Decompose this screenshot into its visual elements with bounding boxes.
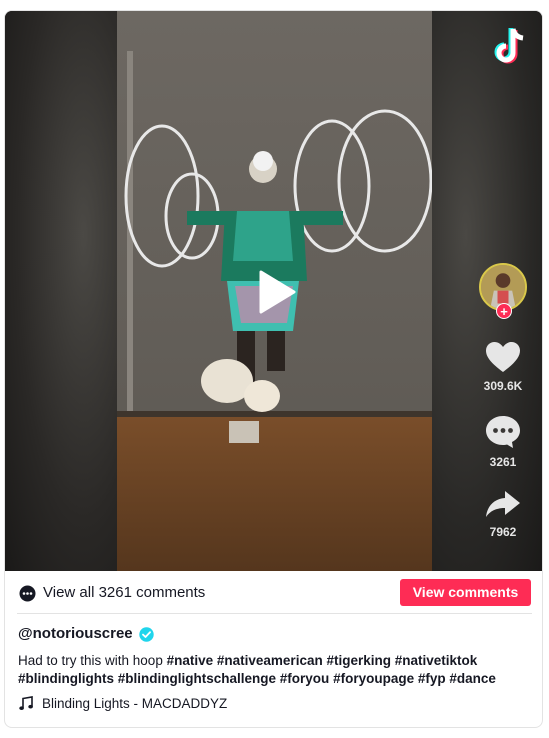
view-all-comments-link[interactable]: View all 3261 comments — [43, 584, 205, 601]
music-track-link[interactable]: Blinding Lights - MACDADDYZ — [42, 696, 227, 711]
follow-plus-button[interactable]: + — [496, 303, 512, 319]
hashtag[interactable]: #tigerking — [326, 653, 391, 668]
comments-bar: View all 3261 comments View comments — [17, 571, 532, 614]
share-arrow-icon — [486, 491, 520, 517]
heart-icon — [486, 342, 520, 372]
verified-check-icon — [139, 627, 154, 642]
music-note-icon — [19, 696, 33, 710]
caption-text: Had to try this with hoop — [18, 653, 163, 668]
view-comments-button[interactable]: View comments — [400, 579, 531, 606]
tiktok-embed-card: + 309.6K 3261 7962 View all 3261 comment… — [4, 10, 543, 728]
video-player[interactable]: + 309.6K 3261 7962 — [5, 11, 542, 571]
hashtag[interactable]: #foryoupage — [333, 671, 414, 686]
hashtag[interactable]: #nativeamerican — [217, 653, 323, 668]
comment-button[interactable]: 3261 — [475, 415, 531, 469]
hashtag[interactable]: #dance — [449, 671, 496, 686]
hashtag[interactable]: #nativetiktok — [395, 653, 478, 668]
play-icon[interactable] — [257, 269, 297, 315]
like-count: 309.6K — [483, 379, 523, 393]
hashtag[interactable]: #blindinglights — [18, 671, 114, 686]
hashtag[interactable]: #native — [167, 653, 214, 668]
comments-icon — [19, 585, 36, 602]
video-blur-left — [5, 11, 117, 571]
hashtag[interactable]: #blindinglightschallenge — [118, 671, 276, 686]
post-caption: Had to try this with hoop #native #nativ… — [18, 652, 533, 688]
share-count: 7962 — [489, 525, 517, 539]
comment-count: 3261 — [489, 455, 517, 469]
like-button[interactable]: 309.6K — [475, 341, 531, 393]
share-button[interactable]: 7962 — [475, 489, 531, 539]
comment-bubble-icon — [486, 416, 520, 448]
hashtag[interactable]: #foryou — [280, 671, 330, 686]
creator-username[interactable]: @notoriouscree — [18, 625, 133, 642]
tiktok-logo — [494, 28, 524, 64]
hashtag[interactable]: #fyp — [418, 671, 446, 686]
